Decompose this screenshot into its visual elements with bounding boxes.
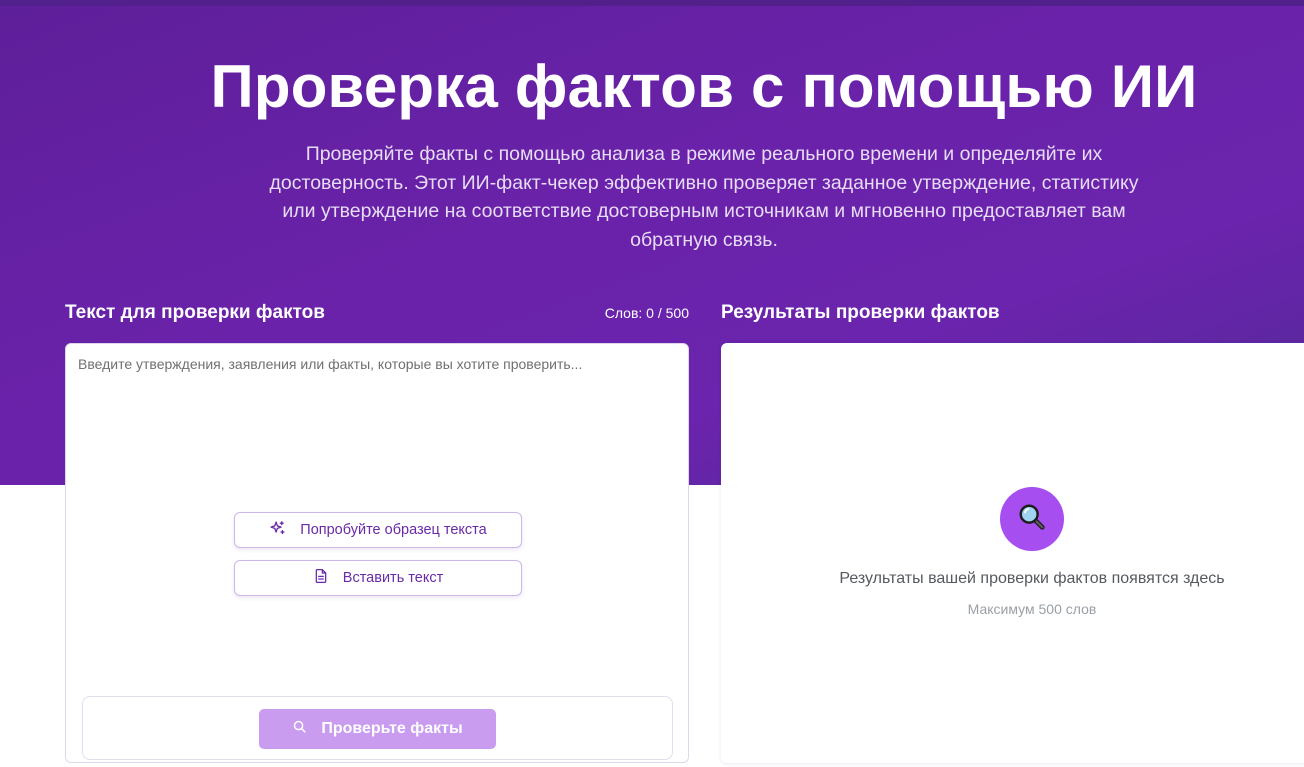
result-empty-text: Результаты вашей проверки фактов появятс… [839, 570, 1225, 587]
search-icon [292, 719, 307, 739]
result-panel-label: Результаты проверки фактов [721, 302, 1000, 323]
check-action-bar: Проверьте факты [82, 696, 673, 760]
page-title: Проверка фактов с помощью ИИ [210, 53, 1198, 120]
word-counter: Слов: 0 / 500 [604, 305, 689, 321]
input-panel-label: Текст для проверки фактов [65, 302, 325, 323]
result-max-words: Максимум 500 слов [967, 601, 1097, 617]
page: Проверка фактов с помощью ИИ Проверяйте … [0, 0, 1304, 767]
hero-description: Проверяйте факты с помощью анализа в реж… [269, 143, 1139, 251]
result-icon-badge [1000, 487, 1064, 551]
check-facts-label: Проверьте факты [321, 720, 463, 737]
document-icon [313, 568, 329, 588]
paste-text-button[interactable]: Вставить текст [234, 560, 522, 596]
sparkles-icon [269, 520, 286, 541]
paste-text-label: Вставить текст [342, 570, 444, 586]
try-sample-label: Попробуйте образец текста [300, 522, 487, 538]
magnifier-icon [1017, 502, 1047, 537]
try-sample-button[interactable]: Попробуйте образец текста [234, 512, 522, 548]
input-card: Попробуйте образец текста Вставить текст [65, 343, 689, 763]
result-card: Результаты вашей проверки фактов появятс… [721, 343, 1304, 763]
check-facts-button[interactable]: Проверьте факты [259, 709, 496, 749]
